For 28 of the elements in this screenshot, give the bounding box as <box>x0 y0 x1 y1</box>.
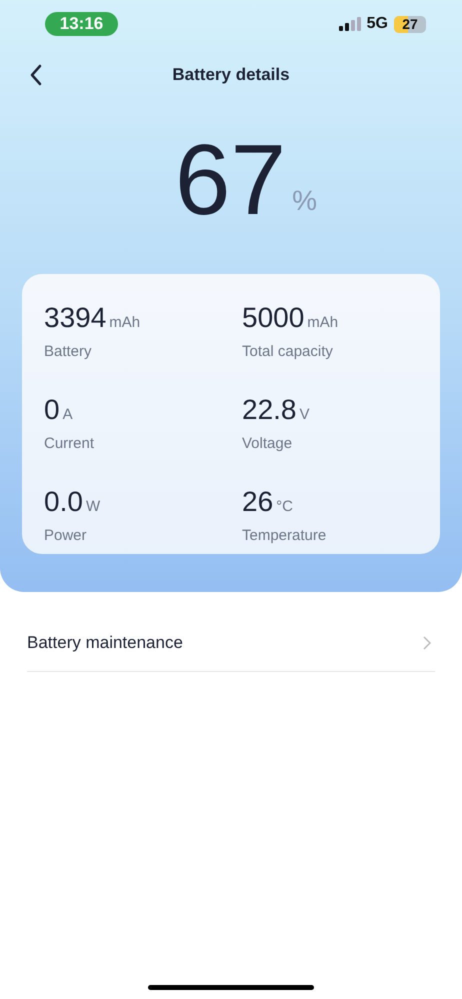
network-label: 5G <box>366 14 388 34</box>
stat-label: Voltage <box>242 434 294 454</box>
stat-value: 0.0 <box>44 486 83 518</box>
charge-unit: % <box>292 184 318 218</box>
stat-value: 22.8 <box>242 394 296 426</box>
stat-unit: A <box>62 405 73 425</box>
stat-value: 26 <box>242 486 274 518</box>
page-title: Battery details <box>172 64 290 86</box>
stat-unit: V <box>300 405 310 425</box>
status-time: 13:16 <box>45 12 118 36</box>
stat-value: 5000 <box>242 302 304 334</box>
stat-label: Power <box>44 526 88 546</box>
back-icon <box>28 63 44 87</box>
stat-value: 0 <box>44 394 60 426</box>
menu-item[interactable]: Battery maintenance <box>27 614 435 672</box>
stat-unit: W <box>86 497 100 517</box>
back-button[interactable] <box>28 63 44 87</box>
chevron-icon <box>423 636 431 650</box>
stat-unit: °C <box>276 497 293 517</box>
stat-label: Battery <box>44 342 93 362</box>
signal-icon <box>338 17 361 31</box>
stat-unit: mAh <box>307 313 338 333</box>
stat-label: Total capacity <box>242 342 334 362</box>
stat-label: Temperature <box>242 526 328 546</box>
stat-unit: mAh <box>109 313 140 333</box>
charge-value: 67 <box>174 130 286 230</box>
stat-label: Current <box>44 434 96 454</box>
stat-value: 3394 <box>44 302 106 334</box>
